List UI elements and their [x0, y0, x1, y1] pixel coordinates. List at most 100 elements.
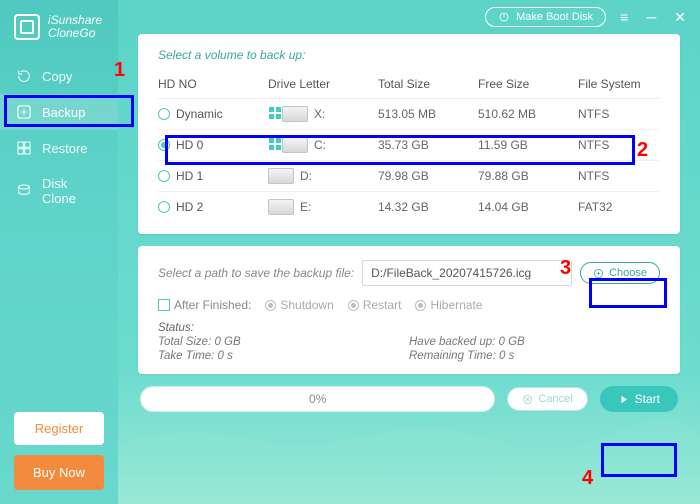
cancel-icon	[522, 394, 533, 405]
status-backed: Have backed up: 0 GB	[409, 336, 660, 348]
sidebar-item-backup[interactable]: Backup	[0, 94, 118, 130]
radio-icon[interactable]	[158, 108, 170, 120]
app-logo: iSunshare CloneGo	[0, 8, 118, 52]
fs: NTFS	[578, 107, 660, 121]
logo-icon	[14, 14, 40, 40]
after-label: After Finished:	[174, 298, 251, 312]
volumes-panel: Select a volume to back up: HD NO Drive …	[138, 34, 680, 234]
path-row: Select a path to save the backup file: C…	[158, 260, 660, 286]
volumes-header: HD NO Drive Letter Total Size Free Size …	[158, 70, 660, 99]
drive-icon	[268, 168, 294, 184]
copy-icon	[16, 68, 32, 84]
opt-shutdown-label: Shutdown	[280, 298, 333, 312]
cancel-label: Cancel	[538, 393, 572, 405]
close-button[interactable]: ✕	[670, 7, 690, 28]
opt-restart-label: Restart	[363, 298, 402, 312]
table-row[interactable]: HD 2 E: 14.32 GB14.04 GBFAT32	[158, 192, 660, 222]
table-row[interactable]: HD 0 C: 35.73 GB11.59 GBNTFS	[158, 130, 660, 161]
fs: NTFS	[578, 138, 660, 152]
start-button[interactable]: Start	[600, 386, 678, 412]
disk-clone-icon	[16, 183, 32, 199]
after-finished-row: After Finished: Shutdown Restart Hiberna…	[158, 298, 660, 312]
status-header: Status:	[158, 322, 660, 334]
sidebar-item-label: Copy	[42, 69, 72, 84]
path-label: Select a path to save the backup file:	[158, 266, 354, 280]
sidebar-item-disk-clone[interactable]: Disk Clone	[0, 166, 118, 216]
drive-letter: E:	[300, 200, 311, 214]
play-icon	[618, 394, 629, 405]
after-finished-checkbox[interactable]: After Finished:	[158, 298, 251, 312]
col-fs: File System	[578, 77, 660, 91]
status-total: Total Size: 0 GB	[158, 336, 409, 348]
free-size: 79.88 GB	[478, 169, 578, 183]
col-total: Total Size	[378, 77, 478, 91]
total-size: 35.73 GB	[378, 138, 478, 152]
total-size: 79.98 GB	[378, 169, 478, 183]
free-size: 14.04 GB	[478, 200, 578, 214]
choose-label: Choose	[609, 267, 647, 279]
sidebar-item-label: Backup	[42, 105, 85, 120]
col-free: Free Size	[478, 77, 578, 91]
opt-shutdown[interactable]: Shutdown	[265, 298, 333, 312]
drive-icon	[282, 137, 308, 153]
app-name-line1: iSunshare	[48, 13, 102, 27]
hd-name: Dynamic	[176, 107, 223, 121]
drive-icon	[268, 199, 294, 215]
power-icon	[498, 11, 510, 23]
drive-letter: C:	[314, 138, 326, 152]
sidebar: iSunshare CloneGo Copy Backup Restore Di…	[0, 0, 118, 504]
radio-icon[interactable]	[158, 170, 170, 182]
volumes-table: HD NO Drive Letter Total Size Free Size …	[158, 70, 660, 222]
drive-letter: D:	[300, 169, 312, 183]
table-row[interactable]: Dynamic X: 513.05 MB510.62 MBNTFS	[158, 99, 660, 130]
col-hd: HD NO	[158, 77, 268, 91]
volumes-title: Select a volume to back up:	[158, 48, 660, 62]
fs: NTFS	[578, 169, 660, 183]
col-letter: Drive Letter	[268, 77, 378, 91]
sidebar-item-restore[interactable]: Restore	[0, 130, 118, 166]
opt-restart[interactable]: Restart	[348, 298, 402, 312]
free-size: 11.59 GB	[478, 138, 578, 152]
opt-hibernate[interactable]: Hibernate	[415, 298, 482, 312]
free-size: 510.62 MB	[478, 107, 578, 121]
plus-circle-icon	[593, 268, 604, 279]
app-name-line2: CloneGo	[48, 26, 95, 40]
hd-name: HD 1	[176, 169, 203, 183]
hd-name: HD 0	[176, 138, 203, 152]
table-row[interactable]: HD 1 D: 79.98 GB79.88 GBNTFS	[158, 161, 660, 192]
register-button[interactable]: Register	[14, 412, 104, 445]
progress-bar: 0%	[140, 386, 495, 412]
restore-icon	[16, 140, 32, 156]
app-name: iSunshare CloneGo	[48, 14, 102, 40]
sidebar-item-label: Disk Clone	[42, 176, 102, 206]
status-remaining: Remaining Time: 0 s	[409, 350, 660, 362]
drive-letter: X:	[314, 107, 325, 121]
total-size: 14.32 GB	[378, 200, 478, 214]
minimize-button[interactable]: ─	[642, 7, 660, 27]
make-boot-disk-button[interactable]: Make Boot Disk	[485, 7, 606, 27]
nav: Copy Backup Restore Disk Clone	[0, 58, 118, 216]
main: Make Boot Disk ≡ ─ ✕ Select a volume to …	[118, 0, 700, 504]
start-label: Start	[635, 392, 660, 406]
total-size: 513.05 MB	[378, 107, 478, 121]
status-take: Take Time: 0 s	[158, 350, 409, 362]
choose-button[interactable]: Choose	[580, 262, 660, 284]
status-block: Status: Total Size: 0 GB Have backed up:…	[158, 322, 660, 362]
content: Select a volume to back up: HD NO Drive …	[118, 34, 700, 504]
radio-icon[interactable]	[158, 139, 170, 151]
drive-icon	[282, 106, 308, 122]
titlebar: Make Boot Disk ≡ ─ ✕	[118, 0, 700, 34]
cancel-button[interactable]: Cancel	[507, 387, 587, 411]
menu-icon[interactable]: ≡	[616, 7, 632, 27]
sidebar-item-copy[interactable]: Copy	[0, 58, 118, 94]
radio-icon[interactable]	[158, 201, 170, 213]
hd-name: HD 2	[176, 200, 203, 214]
opt-hibernate-label: Hibernate	[430, 298, 482, 312]
fs: FAT32	[578, 200, 660, 214]
buy-now-button[interactable]: Buy Now	[14, 455, 104, 490]
backup-path-input[interactable]	[362, 260, 572, 286]
make-boot-label: Make Boot Disk	[516, 11, 593, 23]
sidebar-item-label: Restore	[42, 141, 88, 156]
bottom-bar: 0% Cancel Start	[138, 386, 680, 412]
backup-icon	[16, 104, 32, 120]
